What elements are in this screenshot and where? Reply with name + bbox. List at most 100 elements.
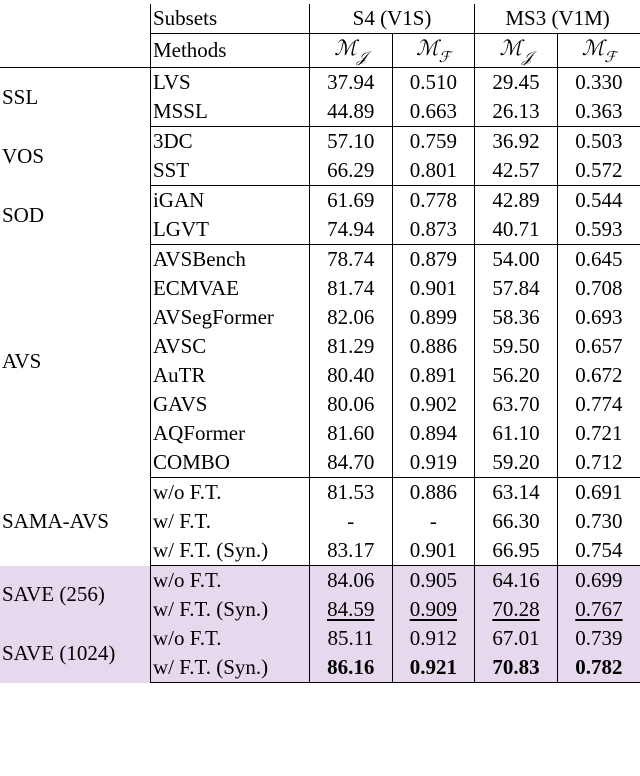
subset-ms3: MS3 (V1M) bbox=[475, 4, 640, 34]
value-ms3-mf: 0.363 bbox=[557, 97, 640, 127]
value-s4-mj: 81.53 bbox=[309, 478, 392, 508]
value-ms3-mf: 0.774 bbox=[557, 390, 640, 419]
value-ms3-mf: 0.712 bbox=[557, 448, 640, 478]
header-row-methods: Methodsℳ𝒥ℳℱℳ𝒥ℳℱ bbox=[0, 34, 640, 68]
method-label: w/o F.T. bbox=[150, 478, 309, 508]
table-row: VOS3DC57.100.75936.920.503 bbox=[0, 127, 640, 157]
value-ms3-mf: 0.593 bbox=[557, 215, 640, 245]
value-s4-mj: 74.94 bbox=[309, 215, 392, 245]
value-ms3-mj: 66.95 bbox=[475, 536, 558, 566]
category-label: SAMA-AVS bbox=[0, 478, 150, 566]
method-label: w/ F.T. (Syn.) bbox=[150, 595, 309, 624]
value-s4-mf: 0.759 bbox=[392, 127, 475, 157]
metric-header: ℳℱ bbox=[392, 34, 475, 68]
value-ms3-mf: 0.754 bbox=[557, 536, 640, 566]
value-ms3-mj: 59.50 bbox=[475, 332, 558, 361]
value-s4-mf: 0.663 bbox=[392, 97, 475, 127]
value-s4-mj: 80.40 bbox=[309, 361, 392, 390]
value-s4-mf: 0.510 bbox=[392, 68, 475, 98]
value-s4-mf: 0.899 bbox=[392, 303, 475, 332]
metric-header: ℳ𝒥 bbox=[309, 34, 392, 68]
value-ms3-mj: 57.84 bbox=[475, 274, 558, 303]
table-row: SODiGAN61.690.77842.890.544 bbox=[0, 186, 640, 216]
value-s4-mf: 0.912 bbox=[392, 624, 475, 653]
value-ms3-mf: 0.503 bbox=[557, 127, 640, 157]
value-ms3-mf: 0.330 bbox=[557, 68, 640, 98]
value-ms3-mf: 0.782 bbox=[557, 653, 640, 683]
value-ms3-mf: 0.699 bbox=[557, 566, 640, 596]
table-row: SAVE (256)w/o F.T.84.060.90564.160.699 bbox=[0, 566, 640, 596]
value-ms3-mj: 54.00 bbox=[475, 245, 558, 275]
value-ms3-mj: 56.20 bbox=[475, 361, 558, 390]
blank-cell bbox=[0, 34, 150, 68]
value-ms3-mf: 0.672 bbox=[557, 361, 640, 390]
value-ms3-mj: 70.83 bbox=[475, 653, 558, 683]
value-ms3-mj: 29.45 bbox=[475, 68, 558, 98]
results-table: SubsetsS4 (V1S)MS3 (V1M)Methodsℳ𝒥ℳℱℳ𝒥ℳℱS… bbox=[0, 0, 640, 695]
method-label: w/o F.T. bbox=[150, 566, 309, 596]
method-label: AQFormer bbox=[150, 419, 309, 448]
method-label: w/ F.T. (Syn.) bbox=[150, 536, 309, 566]
value-s4-mf: 0.886 bbox=[392, 332, 475, 361]
metric-header: ℳ𝒥 bbox=[475, 34, 558, 68]
value-s4-mj: 44.89 bbox=[309, 97, 392, 127]
value-ms3-mf: 0.739 bbox=[557, 624, 640, 653]
category-label: AVS bbox=[0, 245, 150, 478]
value-ms3-mf: 0.721 bbox=[557, 419, 640, 448]
value-ms3-mf: 0.657 bbox=[557, 332, 640, 361]
value-s4-mj: 81.29 bbox=[309, 332, 392, 361]
value-s4-mj: 84.59 bbox=[309, 595, 392, 624]
method-label: ECMVAE bbox=[150, 274, 309, 303]
header-row-subsets: SubsetsS4 (V1S)MS3 (V1M) bbox=[0, 4, 640, 34]
value-ms3-mj: 63.14 bbox=[475, 478, 558, 508]
value-ms3-mj: 58.36 bbox=[475, 303, 558, 332]
method-label: AVSBench bbox=[150, 245, 309, 275]
value-s4-mj: 82.06 bbox=[309, 303, 392, 332]
value-s4-mj: 80.06 bbox=[309, 390, 392, 419]
value-ms3-mj: 42.57 bbox=[475, 156, 558, 186]
value-s4-mf: 0.919 bbox=[392, 448, 475, 478]
table: SubsetsS4 (V1S)MS3 (V1M)Methodsℳ𝒥ℳℱℳ𝒥ℳℱS… bbox=[0, 4, 640, 683]
value-ms3-mf: 0.767 bbox=[557, 595, 640, 624]
value-s4-mj: 78.74 bbox=[309, 245, 392, 275]
method-label: LGVT bbox=[150, 215, 309, 245]
value-ms3-mj: 36.92 bbox=[475, 127, 558, 157]
value-s4-mj: 61.69 bbox=[309, 186, 392, 216]
value-s4-mj: 57.10 bbox=[309, 127, 392, 157]
table-row: SAVE (1024)w/o F.T.85.110.91267.010.739 bbox=[0, 624, 640, 653]
value-s4-mj: 81.60 bbox=[309, 419, 392, 448]
value-ms3-mj: 66.30 bbox=[475, 507, 558, 536]
value-ms3-mj: 26.13 bbox=[475, 97, 558, 127]
subset-s4: S4 (V1S) bbox=[309, 4, 474, 34]
value-s4-mf: - bbox=[392, 507, 475, 536]
method-label: LVS bbox=[150, 68, 309, 98]
value-ms3-mf: 0.730 bbox=[557, 507, 640, 536]
value-ms3-mj: 59.20 bbox=[475, 448, 558, 478]
value-s4-mf: 0.778 bbox=[392, 186, 475, 216]
method-label: AVSegFormer bbox=[150, 303, 309, 332]
value-s4-mj: 66.29 bbox=[309, 156, 392, 186]
value-ms3-mj: 70.28 bbox=[475, 595, 558, 624]
value-s4-mj: 86.16 bbox=[309, 653, 392, 683]
value-s4-mf: 0.901 bbox=[392, 536, 475, 566]
value-s4-mf: 0.873 bbox=[392, 215, 475, 245]
subsets-label: Subsets bbox=[150, 4, 309, 34]
value-s4-mf: 0.879 bbox=[392, 245, 475, 275]
method-label: w/ F.T. (Syn.) bbox=[150, 653, 309, 683]
value-ms3-mf: 0.691 bbox=[557, 478, 640, 508]
category-label: SAVE (1024) bbox=[0, 624, 150, 683]
value-s4-mj: 84.06 bbox=[309, 566, 392, 596]
method-label: COMBO bbox=[150, 448, 309, 478]
value-s4-mj: - bbox=[309, 507, 392, 536]
value-s4-mf: 0.921 bbox=[392, 653, 475, 683]
table-row: SAMA-AVSw/o F.T.81.530.88663.140.691 bbox=[0, 478, 640, 508]
value-ms3-mj: 42.89 bbox=[475, 186, 558, 216]
value-s4-mf: 0.909 bbox=[392, 595, 475, 624]
category-label: SSL bbox=[0, 68, 150, 127]
value-ms3-mf: 0.572 bbox=[557, 156, 640, 186]
value-ms3-mj: 63.70 bbox=[475, 390, 558, 419]
method-label: w/ F.T. bbox=[150, 507, 309, 536]
category-label: VOS bbox=[0, 127, 150, 186]
method-label: SST bbox=[150, 156, 309, 186]
value-ms3-mf: 0.708 bbox=[557, 274, 640, 303]
